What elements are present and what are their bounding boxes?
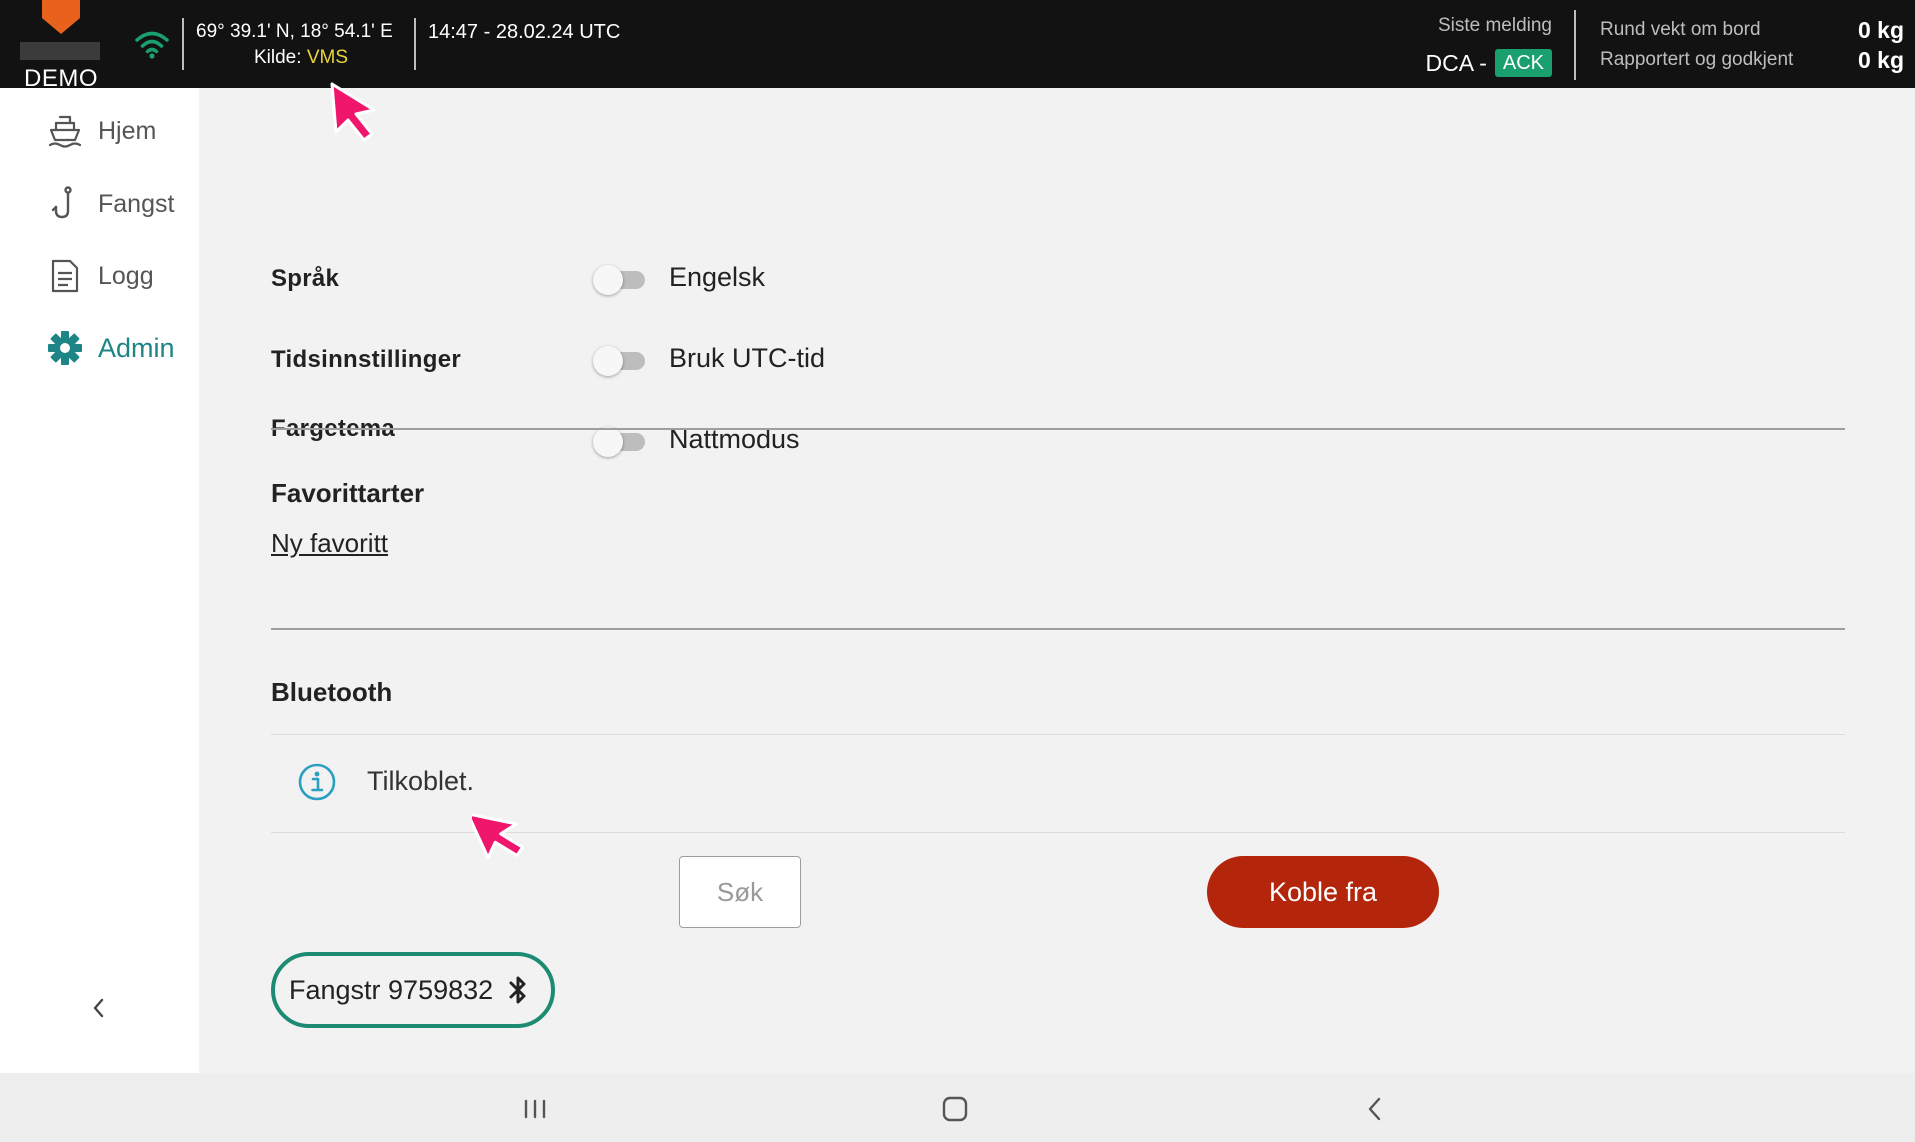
language-setting-label: Språk: [271, 265, 340, 292]
boat-icon: [48, 115, 82, 148]
bluetooth-icon: [509, 976, 526, 1004]
admin-settings-panel: Språk Engelsk Tidsinnstillinger Bruk UTC…: [199, 88, 1915, 1073]
fishhook-icon: [51, 186, 72, 219]
divider: [1574, 10, 1576, 80]
info-icon: [298, 763, 336, 801]
language-option-label: Engelsk: [669, 262, 766, 292]
last-message: DCA - ACK: [1426, 48, 1552, 78]
utc-option-label: Bruk UTC-tid: [669, 343, 826, 373]
divider: [271, 734, 1845, 735]
night-mode-toggle[interactable]: [593, 427, 649, 457]
brand-logo: DEMO: [18, 0, 104, 92]
connected-device-chip[interactable]: Fangstr 9759832: [271, 952, 555, 1028]
gear-icon: [48, 331, 82, 365]
source-value: VMS: [306, 47, 348, 68]
round-weight-label: Rund vekt om bord: [1600, 19, 1761, 40]
search-devices-button[interactable]: Søk: [679, 856, 801, 928]
last-message-label: Siste melding: [1437, 15, 1552, 36]
ack-badge: ACK: [1494, 49, 1552, 77]
toggle-knob: [593, 427, 623, 457]
source-label: Kilde:: [254, 47, 302, 68]
round-weight-value: 0 kg: [1857, 17, 1904, 43]
sidebar: Hjem Fangst Logg Admin: [0, 88, 199, 1073]
back-icon[interactable]: [1359, 1093, 1393, 1125]
sidebar-item-logg[interactable]: Logg: [46, 254, 154, 298]
sidebar-item-admin[interactable]: Admin: [46, 326, 175, 370]
mouse-pointer-icon: [472, 812, 525, 860]
utc-time-toggle[interactable]: [593, 346, 649, 376]
position-source: Kilde: VMS: [196, 46, 406, 70]
time-setting-label: Tidsinnstillinger: [271, 346, 462, 373]
toggle-knob: [593, 265, 623, 295]
wifi-icon: [135, 31, 169, 59]
last-message-type: DCA -: [1425, 50, 1487, 76]
home-icon[interactable]: [938, 1093, 972, 1125]
favorites-title: Favorittarter: [271, 478, 425, 508]
bluetooth-title: Bluetooth: [271, 677, 393, 707]
sidebar-item-label: Fangst: [98, 189, 175, 218]
document-icon: [51, 259, 79, 293]
language-toggle[interactable]: [593, 265, 649, 295]
top-status-bar: DEMO 69° 39.1' N, 18° 54.1' E Kilde: VMS…: [0, 0, 1915, 92]
recent-apps-icon[interactable]: [518, 1093, 552, 1125]
sidebar-item-label: Hjem: [98, 116, 157, 145]
sidebar-item-hjem[interactable]: Hjem: [46, 109, 156, 153]
vessel-name-redacted: [20, 42, 100, 60]
reported-weight-value: 0 kg: [1857, 47, 1904, 73]
system-navigation-bar: [0, 1073, 1915, 1142]
mouse-pointer-icon: [330, 82, 376, 142]
shield-logo-icon: [42, 0, 80, 34]
bluetooth-status-text: Tilkoblet.: [367, 766, 475, 796]
sidebar-item-label: Logg: [98, 261, 154, 290]
sidebar-item-label: Admin: [98, 332, 175, 363]
divider: [182, 18, 184, 70]
divider: [271, 628, 1845, 630]
toggle-knob: [593, 346, 623, 376]
collapse-sidebar-chevron-icon[interactable]: [84, 993, 114, 1023]
position-coordinates: 69° 39.1' N, 18° 54.1' E: [196, 21, 393, 42]
divider: [271, 428, 1845, 430]
divider: [414, 18, 416, 70]
sidebar-item-fangst[interactable]: Fangst: [46, 182, 174, 226]
datetime: 14:47 - 28.02.24 UTC: [428, 21, 621, 43]
new-favorite-link[interactable]: Ny favoritt: [271, 528, 388, 559]
device-name: Fangstr 9759832: [289, 974, 494, 1005]
reported-weight-label: Rapportert og godkjent: [1600, 49, 1794, 70]
disconnect-button[interactable]: Koble fra: [1207, 856, 1439, 928]
